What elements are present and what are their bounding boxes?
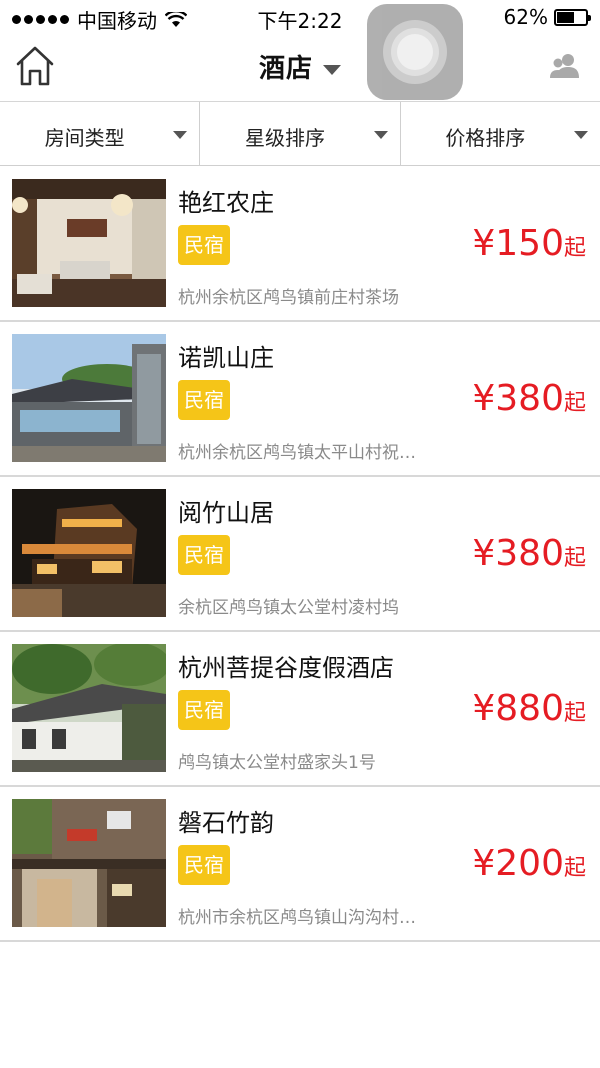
category-badge: 民宿 [178, 690, 230, 730]
hotel-list-item[interactable]: 杭州菩提谷度假酒店 民宿 ¥880起 鸬鸟镇太公堂村盛家头1号 [0, 632, 600, 787]
price-suffix: 起 [563, 236, 586, 261]
hotel-list-item[interactable]: 诺凯山庄 民宿 ¥380起 杭州余杭区鸬鸟镇太平山村祝… [0, 322, 600, 477]
hotel-address: 杭州余杭区鸬鸟镇太平山村祝… [178, 443, 416, 463]
filter-bar: 房间类型 星级排序 价格排序 [0, 102, 600, 166]
status-right: 62% [503, 5, 591, 29]
category-badge: 民宿 [178, 225, 230, 265]
price-value: ¥380 [472, 378, 564, 419]
users-icon[interactable] [548, 52, 582, 80]
filter-price-sort[interactable]: 价格排序 [401, 102, 600, 165]
assistive-touch-button[interactable] [367, 4, 463, 100]
filter-room-type[interactable]: 房间类型 [0, 102, 201, 165]
hotel-address: 余杭区鸬鸟镇太公堂村凌村坞 [178, 598, 399, 618]
caret-down-icon [573, 131, 588, 139]
price-value: ¥150 [472, 223, 564, 264]
caret-down-icon [373, 131, 388, 139]
hotel-list-item[interactable]: 阅竹山居 民宿 ¥380起 余杭区鸬鸟镇太公堂村凌村坞 [0, 477, 600, 632]
filter-label: 价格排序 [445, 126, 526, 150]
filter-star-sort[interactable]: 星级排序 [200, 102, 401, 165]
battery-fill [557, 11, 575, 23]
hotel-address: 杭州市余杭区鸬鸟镇山沟沟村… [178, 908, 416, 928]
hotel-thumbnail [12, 179, 166, 307]
hotel-list-item[interactable]: 艳红农庄 民宿 ¥150起 杭州余杭区鸬鸟镇前庄村茶场 [0, 167, 600, 322]
page-title: 酒店 [258, 54, 313, 84]
battery-percent: 62% [503, 5, 548, 29]
hotel-price: ¥150起 [472, 223, 586, 264]
hotel-thumbnail [12, 489, 166, 617]
hotel-price: ¥380起 [472, 378, 586, 419]
hotel-name: 杭州菩提谷度假酒店 [178, 654, 394, 682]
battery-icon [554, 8, 591, 26]
hotel-list: 艳红农庄 民宿 ¥150起 杭州余杭区鸬鸟镇前庄村茶场 诺凯山庄 民宿 ¥380… [0, 167, 600, 942]
nav-title-dropdown[interactable]: 酒店 [0, 48, 600, 85]
category-badge: 民宿 [178, 845, 230, 885]
price-value: ¥880 [472, 688, 564, 729]
hotel-name: 诺凯山庄 [178, 344, 274, 372]
caret-down-icon [323, 64, 341, 75]
price-value: ¥200 [472, 843, 564, 884]
hotel-price: ¥200起 [472, 843, 586, 884]
nav-bar: 酒店 [0, 4, 600, 102]
hotel-thumbnail [12, 799, 166, 927]
price-value: ¥380 [472, 533, 564, 574]
hotel-name: 阅竹山居 [178, 499, 274, 527]
hotel-price: ¥880起 [472, 688, 586, 729]
category-badge: 民宿 [178, 380, 230, 420]
hotel-name: 艳红农庄 [178, 189, 274, 217]
filter-label: 星级排序 [244, 126, 325, 150]
hotel-address: 鸬鸟镇太公堂村盛家头1号 [178, 753, 376, 773]
price-suffix: 起 [563, 391, 586, 416]
caret-down-icon [173, 131, 188, 139]
hotel-list-item[interactable]: 磐石竹韵 民宿 ¥200起 杭州市余杭区鸬鸟镇山沟沟村… [0, 787, 600, 942]
status-bar: 中国移动 下午2:22 62% [0, 0, 600, 34]
category-badge: 民宿 [178, 535, 230, 575]
price-suffix: 起 [563, 546, 586, 571]
hotel-price: ¥380起 [472, 533, 586, 574]
filter-label: 房间类型 [44, 126, 125, 150]
hotel-thumbnail [12, 644, 166, 772]
price-suffix: 起 [563, 701, 586, 726]
hotel-address: 杭州余杭区鸬鸟镇前庄村茶场 [178, 288, 399, 308]
hotel-thumbnail [12, 334, 166, 462]
price-suffix: 起 [563, 856, 586, 881]
hotel-name: 磐石竹韵 [178, 809, 274, 837]
